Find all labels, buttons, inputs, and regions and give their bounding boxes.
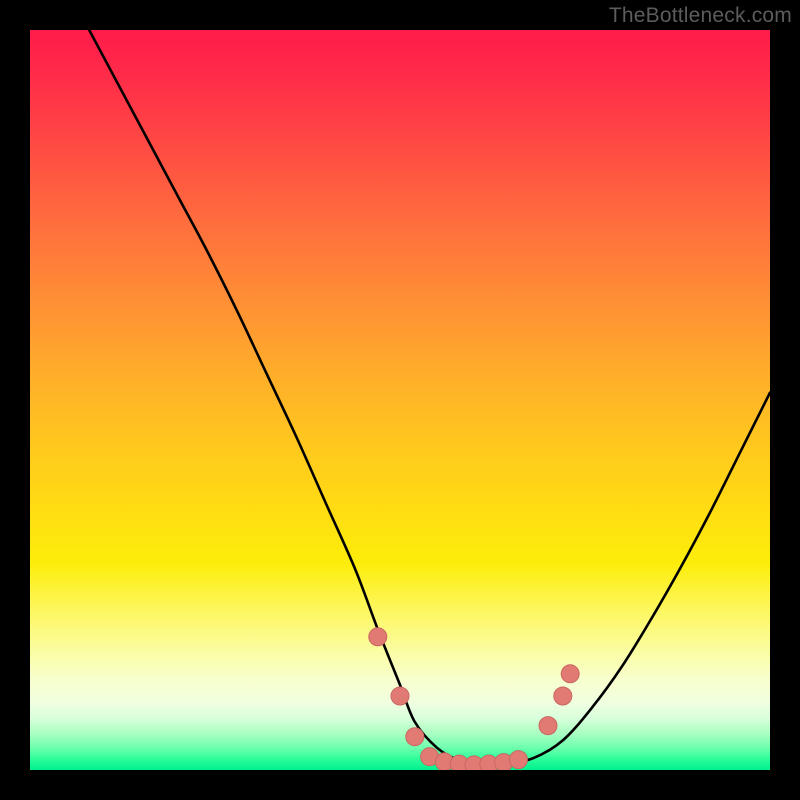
curve-marker <box>406 728 424 746</box>
curve-marker <box>561 665 579 683</box>
marker-group <box>369 628 579 770</box>
curve-marker <box>391 687 409 705</box>
bottleneck-curve-path <box>89 30 770 765</box>
curve-marker <box>369 628 387 646</box>
curve-marker <box>554 687 572 705</box>
plot-area <box>30 30 770 770</box>
chart-frame: TheBottleneck.com <box>0 0 800 800</box>
curve-marker <box>539 717 557 735</box>
curve-marker <box>509 751 527 769</box>
bottleneck-curve-svg <box>30 30 770 770</box>
watermark-text: TheBottleneck.com <box>609 4 792 28</box>
